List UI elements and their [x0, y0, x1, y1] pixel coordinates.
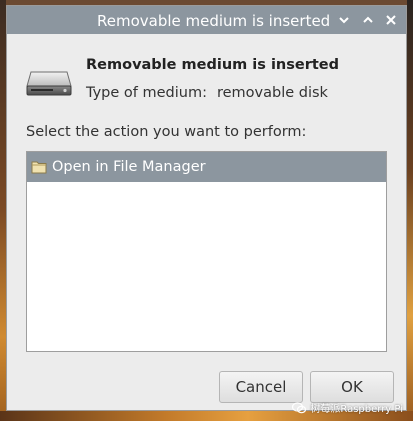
medium-type-label: Type of medium: [86, 85, 207, 101]
close-button[interactable] [381, 10, 401, 30]
removable-disk-icon [26, 71, 72, 96]
folder-icon [31, 161, 47, 174]
chat-bubble-icon [292, 401, 307, 413]
medium-type-value: removable disk [216, 85, 328, 101]
cancel-button[interactable]: Cancel [219, 371, 303, 403]
action-prompt: Select the action you want to perform: [26, 124, 307, 140]
ok-button[interactable]: OK [310, 371, 394, 403]
window-title: Removable medium is inserted [97, 12, 331, 30]
action-list[interactable]: Open in File Manager [26, 151, 387, 352]
watermark: 树莓派Raspberry Pi [292, 400, 403, 415]
removable-medium-dialog: Removable medium is inserted Removable m… [6, 5, 407, 411]
chevron-down-icon [339, 17, 349, 24]
maximize-button[interactable] [358, 10, 378, 30]
action-item-open-file-manager[interactable]: Open in File Manager [27, 152, 386, 182]
desktop-background-right [407, 0, 413, 421]
action-item-label: Open in File Manager [52, 159, 206, 175]
window-menu-button[interactable] [334, 10, 354, 30]
close-icon [386, 15, 396, 25]
dialog-heading: Removable medium is inserted [86, 57, 340, 73]
medium-type-row: Type of medium: removable disk [86, 85, 328, 101]
title-bar[interactable]: Removable medium is inserted [7, 6, 406, 34]
chevron-up-icon [363, 16, 373, 23]
watermark-text: 树莓派Raspberry Pi [310, 404, 403, 415]
